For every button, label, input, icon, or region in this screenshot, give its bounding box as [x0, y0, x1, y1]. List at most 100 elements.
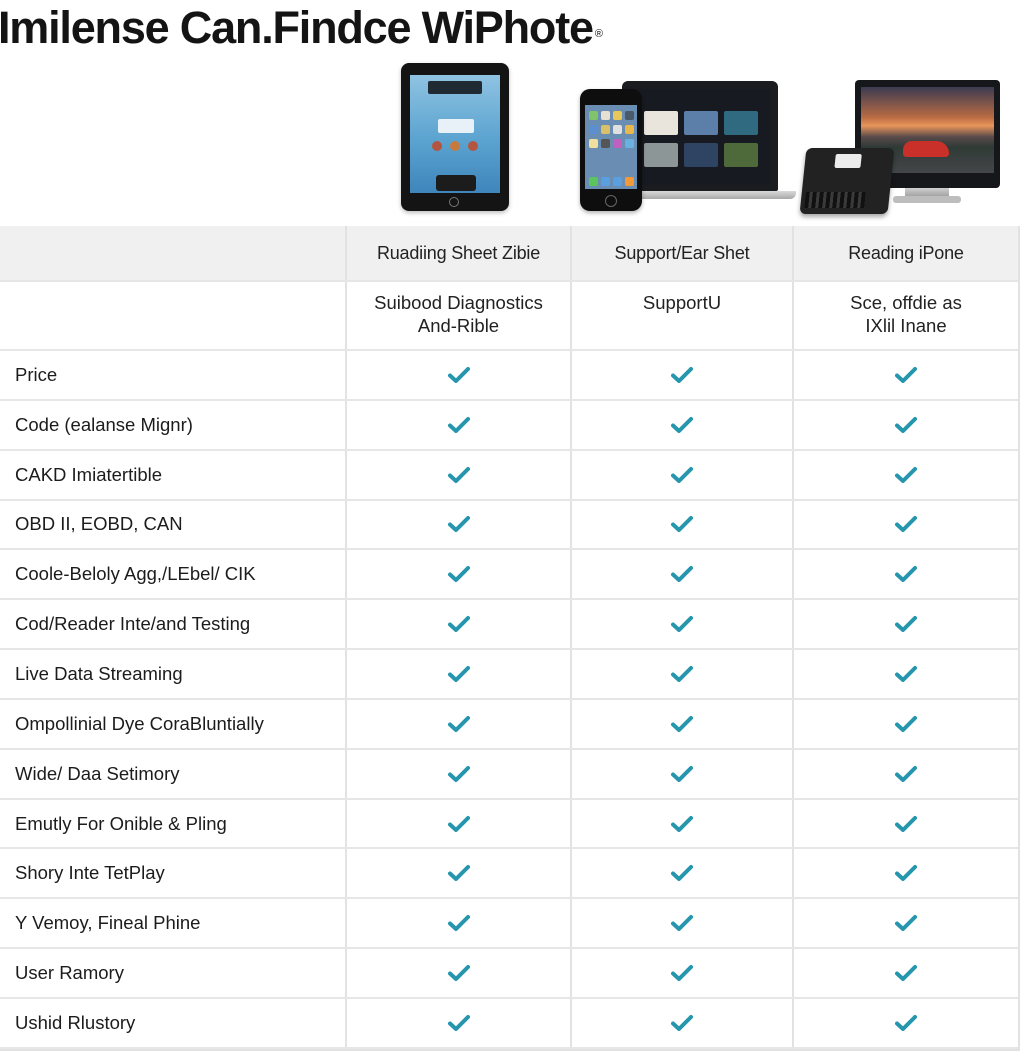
value-cell-product-1 — [345, 699, 570, 748]
monitor-foot — [893, 196, 961, 203]
header-cell-product-2: Support/Ear Shet — [570, 226, 792, 280]
header-cell-feature — [0, 226, 345, 280]
check-icon — [671, 815, 693, 832]
media-tile — [724, 143, 758, 167]
phone-home-button — [605, 195, 617, 207]
table-row: Emutly For Onible & Pling — [0, 799, 1018, 850]
check-icon — [895, 865, 917, 882]
check-icon — [895, 616, 917, 633]
check-icon — [895, 516, 917, 533]
value-cell-product-1 — [345, 749, 570, 798]
value-cell-product-2 — [570, 949, 792, 997]
table-row: Cod/Reader Inte/and Testing — [0, 600, 1018, 651]
value-cell-product-2 — [570, 400, 792, 449]
app-icon — [625, 139, 634, 148]
subheader-cell-product-1: Suibood Diagnostics And-Rible — [345, 282, 570, 349]
value-cell-product-3 — [792, 600, 1018, 649]
app-icon — [589, 125, 598, 134]
tablet-status-bar — [428, 81, 482, 94]
value-cell-product-1 — [345, 949, 570, 997]
check-icon — [671, 416, 693, 433]
red-car — [903, 141, 949, 157]
dock-icon — [589, 177, 598, 186]
check-icon — [671, 665, 693, 682]
value-cell-product-1 — [345, 500, 570, 549]
check-icon — [895, 416, 917, 433]
dock-icon — [625, 177, 634, 186]
feature-label: Ompollinial Dye CoraBluntially — [15, 712, 264, 734]
value-cell-product-2 — [570, 351, 792, 399]
value-cell-product-1 — [345, 799, 570, 848]
check-icon — [447, 965, 470, 982]
value-cell-product-2 — [570, 450, 792, 499]
app-icon — [601, 125, 610, 134]
comparison-table: Ruadiing Sheet Zibie Support/Ear Shet Re… — [0, 226, 1020, 1051]
check-icon — [447, 665, 470, 682]
app-icon — [613, 139, 622, 148]
check-icon — [671, 566, 693, 583]
check-icon — [895, 466, 917, 483]
feature-label: Emutly For Onible & Pling — [15, 812, 227, 834]
value-cell-product-3 — [792, 400, 1018, 449]
value-cell-product-3 — [792, 351, 1018, 399]
table-header-row: Ruadiing Sheet Zibie Support/Ear Shet Re… — [0, 226, 1018, 282]
value-cell-product-1 — [345, 450, 570, 499]
media-tile — [724, 111, 758, 135]
table-row: CAKD Imiatertible — [0, 450, 1018, 501]
feature-label: Y Vemoy, Fineal Phine — [15, 912, 201, 934]
feature-label: OBD II, EOBD, CAN — [15, 513, 183, 535]
table-row: Shory Inte TetPlay — [0, 849, 1018, 900]
header-cell-product-3: Reading iPone — [792, 226, 1018, 280]
check-icon — [895, 665, 917, 682]
table-row: Live Data Streaming — [0, 650, 1018, 700]
value-cell-product-2 — [570, 500, 792, 549]
obd-pins — [804, 192, 866, 208]
table-row: Y Vemoy, Fineal Phine — [0, 899, 1018, 950]
feature-label: Live Data Streaming — [15, 662, 183, 684]
check-icon — [447, 865, 470, 882]
media-tile — [684, 143, 718, 167]
check-icon — [671, 366, 693, 383]
check-icon — [671, 516, 693, 533]
check-icon — [671, 765, 693, 782]
app-icon — [625, 125, 634, 134]
value-cell-product-3 — [792, 500, 1018, 549]
value-cell-product-3 — [792, 550, 1018, 599]
tablet-screen — [410, 75, 500, 193]
dock-icon — [601, 177, 610, 186]
subheader-cell-feature — [0, 282, 345, 349]
value-cell-product-3 — [792, 650, 1018, 698]
app-icon — [601, 139, 610, 148]
app-icon — [625, 111, 634, 120]
subheader-cell-product-3: Sce, offdie as IXlil Inane — [792, 282, 1018, 349]
laptop-image — [622, 81, 778, 191]
value-cell-product-3 — [792, 749, 1018, 798]
value-cell-product-3 — [792, 949, 1018, 997]
tablet-home-button — [449, 197, 459, 207]
check-icon — [671, 965, 693, 982]
value-cell-product-1 — [345, 650, 570, 698]
value-cell-product-1 — [345, 400, 570, 449]
value-cell-product-3 — [792, 799, 1018, 848]
value-cell-product-2 — [570, 998, 792, 1047]
value-cell-product-2 — [570, 799, 792, 848]
media-tile — [684, 111, 718, 135]
check-icon — [671, 466, 693, 483]
title-text: Imilense Can.Findce WiPhote — [0, 2, 594, 53]
subheader-cell-product-2: SupportU — [570, 282, 792, 349]
media-tile — [644, 143, 678, 167]
table-subheader-row: Suibood Diagnostics And-Rible SupportU S… — [0, 282, 1018, 351]
value-cell-product-3 — [792, 899, 1018, 948]
check-icon — [895, 765, 917, 782]
check-icon — [447, 715, 470, 732]
feature-label: CAKD Imiatertible — [15, 463, 163, 485]
check-icon — [671, 865, 693, 882]
app-icon — [589, 139, 598, 148]
check-icon — [895, 715, 917, 732]
tablet-clock-widget — [438, 119, 474, 133]
value-cell-product-3 — [792, 849, 1018, 898]
check-icon — [671, 616, 693, 633]
check-icon — [447, 915, 470, 932]
value-cell-product-3 — [792, 998, 1018, 1047]
smartphone-image — [580, 89, 642, 211]
